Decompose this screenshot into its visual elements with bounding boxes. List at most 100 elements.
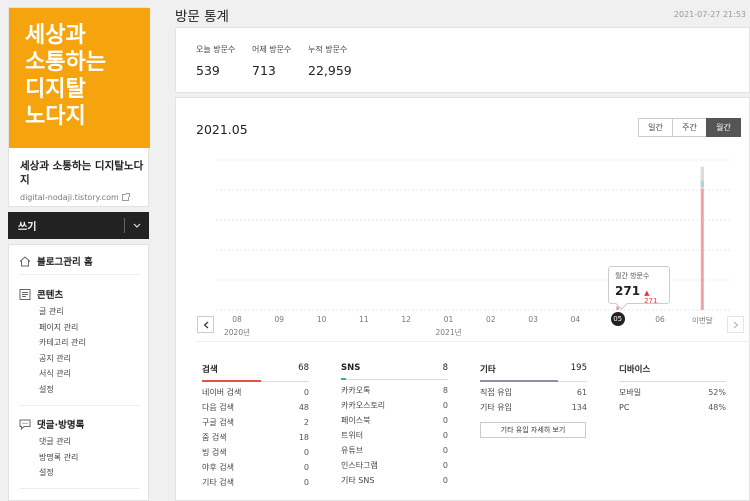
menu-contents-label: 콘텐츠: [37, 290, 64, 301]
category-title: 검색: [202, 365, 218, 375]
row-value: 134: [571, 403, 587, 412]
row-value: 0: [303, 448, 309, 457]
menu-item-pages[interactable]: 페이지 관리: [39, 322, 78, 333]
menu-item-guestbook[interactable]: 방명록 관리: [39, 452, 78, 463]
menu-divider: [19, 488, 140, 489]
category-row: 인스타그램 0: [341, 462, 448, 470]
x-tick-label[interactable]: 10: [317, 315, 327, 324]
menu-item-categories[interactable]: 카테고리 관리: [39, 337, 86, 348]
category-column: 검색 68 네이버 검색 0 다음 검색 48 구글 검색 2 줌 검색 18 빙 검색 0 야후 검색…: [202, 363, 309, 487]
row-value: 2: [303, 418, 309, 427]
category-title: 디바이스: [619, 365, 651, 375]
row-value: 0: [442, 446, 448, 455]
logo-line: 디지탈: [25, 77, 86, 102]
x-tick-label[interactable]: 01: [444, 315, 454, 324]
document-icon: [19, 288, 31, 300]
category-row: 야후 검색 0: [202, 464, 309, 472]
chevron-down-icon: [133, 223, 141, 228]
menu-divider: [19, 274, 140, 275]
stat-label: 누적 방문수: [308, 45, 348, 54]
category-row: PC 48%: [619, 404, 726, 412]
x-tick-label[interactable]: 06: [655, 315, 665, 324]
category-row: 구글 검색 2: [202, 419, 309, 427]
chart-tooltip: 월간 방문수 271 ▲ 271: [608, 266, 670, 305]
comment-icon: [19, 419, 31, 430]
category-total: 68: [298, 363, 309, 373]
blog-name[interactable]: 세상과 소통하는 디지탈노다지: [20, 159, 144, 187]
blog-url-link[interactable]: digital-nodaji.tistory.com: [20, 193, 130, 202]
category-share-bar: [202, 380, 261, 382]
category-row: 유튜브 0: [341, 447, 448, 455]
category-total: 8: [442, 363, 448, 373]
row-label: 카카오스토리: [341, 401, 386, 410]
stat-value: 22,959: [308, 63, 352, 78]
stat-label: 어제 방문수: [252, 45, 292, 54]
stat-total: 누적 방문수 22,959: [308, 44, 352, 78]
menu-item-content-settings[interactable]: 설정: [39, 384, 54, 395]
stat-label: 오늘 방문수: [196, 45, 236, 54]
x-tick-label[interactable]: 09: [275, 315, 285, 324]
home-icon: [19, 255, 31, 267]
menu-home[interactable]: 블로그관리 홈: [19, 254, 93, 268]
category-row: 네이버 검색 0: [202, 389, 309, 397]
row-label: 직접 유입: [480, 388, 512, 397]
write-button[interactable]: 쓰기: [8, 218, 124, 233]
write-dropdown-button[interactable]: [125, 223, 149, 228]
x-tick-label[interactable]: 02: [486, 315, 496, 324]
x-year-label: 2021년: [435, 328, 462, 337]
x-tick-label[interactable]: 04: [571, 315, 581, 324]
menu-item-templates[interactable]: 서식 관리: [39, 368, 71, 379]
row-value: 0: [442, 416, 448, 425]
row-value: 61: [576, 388, 587, 397]
menu-item-posts[interactable]: 글 관리: [39, 306, 64, 317]
category-row: 기타 검색 0: [202, 479, 309, 487]
menu-comments[interactable]: 댓글·방명록: [19, 417, 84, 431]
x-tick-label[interactable]: 05: [610, 312, 625, 326]
row-value: 48%: [708, 403, 726, 412]
x-tick-label[interactable]: 11: [359, 315, 369, 324]
row-label: 야후 검색: [202, 463, 234, 472]
category-row: 다음 검색 48: [202, 404, 309, 412]
row-value: 0: [303, 388, 309, 397]
chart-bar-segment: [700, 180, 704, 187]
menu-item-comments[interactable]: 댓글 관리: [39, 436, 71, 447]
category-row: 트위터 0: [341, 432, 448, 440]
row-label: 기타 유입: [480, 403, 512, 412]
stat-value: 713: [252, 63, 276, 78]
category-row: 직접 유입 61: [480, 389, 587, 397]
referrer-detail-button[interactable]: 기타 유입 자세히 보기: [480, 422, 586, 438]
external-link-icon: [121, 193, 130, 201]
category-header: 디바이스: [619, 363, 726, 382]
row-value: 0: [442, 401, 448, 410]
timestamp: 2021-07-27 21:53: [673, 10, 746, 19]
logo-line: 노다지: [25, 104, 86, 129]
page-title: 방문 통계: [175, 9, 229, 25]
stat-yesterday: 어제 방문수 713: [252, 44, 291, 78]
menu-item-notices[interactable]: 공지 관리: [39, 353, 71, 364]
tooltip-change-value: 271: [644, 297, 658, 305]
menu-contents[interactable]: 콘텐츠: [19, 287, 63, 301]
chevron-right-icon: [733, 321, 738, 328]
blog-logo[interactable]: 세상과 소통하는 디지탈 노다지: [9, 8, 150, 148]
chart-next-button[interactable]: [727, 316, 744, 333]
category-row: 모바일 52%: [619, 389, 726, 397]
tooltip-value: 271: [615, 284, 641, 298]
chart-card: 2021.05 일간 주간 월간 월간 방문수 271 ▲ 271 08 09 10…: [175, 97, 750, 501]
x-tick-label[interactable]: 08: [232, 315, 242, 324]
menu-item-comment-settings[interactable]: 설정: [39, 467, 54, 478]
stat-value: 539: [196, 63, 220, 78]
row-label: 페이스북: [341, 416, 371, 425]
x-tick-label[interactable]: 03: [528, 315, 538, 324]
category-header: 기타 195: [480, 363, 587, 382]
sidebar: 세상과 소통하는 디지탈 노다지 세상과 소통하는 디지탈노다지 digital…: [0, 0, 150, 501]
chart-prev-button[interactable]: [197, 316, 214, 333]
row-label: 모바일: [619, 388, 642, 397]
tooltip-change: ▲ 271: [644, 289, 658, 305]
category-row: 기타 유입 134: [480, 404, 587, 412]
x-tick-label[interactable]: 이번달: [692, 315, 713, 326]
row-label: 기타 검색: [202, 478, 234, 487]
row-value: 52%: [708, 388, 726, 397]
category-column: 디바이스모바일 52% PC 48%: [619, 363, 726, 412]
x-tick-label[interactable]: 12: [401, 315, 411, 324]
category-row: 카카오톡 8: [341, 387, 448, 395]
